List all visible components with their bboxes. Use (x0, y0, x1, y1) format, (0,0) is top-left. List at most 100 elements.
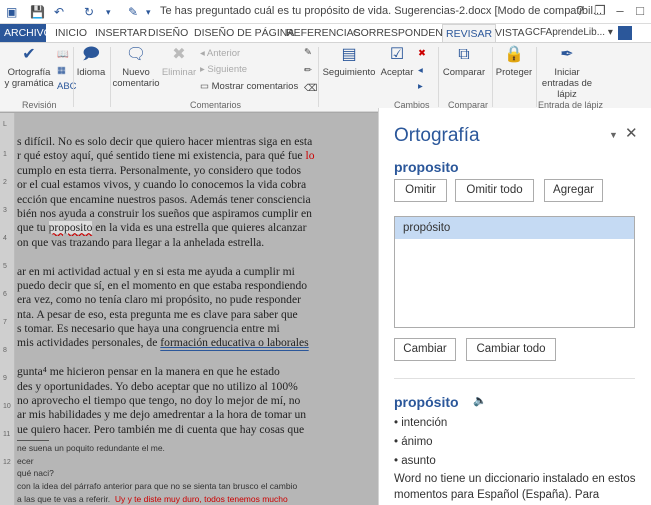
spelling-grammar-button[interactable]: ✔ Ortografía y gramática (4, 45, 54, 89)
grammar-flagged-phrase[interactable]: formación educativa o laborales (160, 336, 308, 349)
ruler-number: 1 (3, 151, 7, 158)
text-run: s tomar. Es necesario que haya una congr… (17, 322, 280, 336)
user-name: GCFAprendeLib... (525, 27, 606, 38)
help-button[interactable]: ? (572, 3, 588, 18)
text-run: cumplo en esta tierra. Personalmente, yo… (17, 163, 301, 177)
footnote-line: con la idea del párrafo anterior para qu… (17, 481, 298, 492)
synonym-text: intención (401, 417, 448, 429)
pane-options-icon[interactable]: ▼ (609, 130, 618, 140)
suggestions-list[interactable]: propósito (394, 216, 635, 328)
document-title: Te has preguntado cuál es tu propósito d… (160, 5, 603, 17)
accept-button[interactable]: ☑ Aceptar (378, 45, 416, 78)
close-icon[interactable]: ✕ (625, 124, 638, 142)
text-run: ar en mi actividad actual y en si esta m… (17, 264, 295, 278)
tab-archivo[interactable]: ARCHIVO (0, 24, 52, 42)
misspelled-word[interactable]: proposito (48, 221, 93, 235)
compare-label: Comparar (442, 67, 486, 78)
tracking-button[interactable]: ▤ Seguimiento (320, 45, 378, 78)
language-label: Idioma (76, 67, 106, 78)
change-all-button[interactable]: Cambiar todo (466, 338, 556, 361)
previous-comment-button[interactable]: ◂ Anterior (200, 48, 240, 60)
maximize-button[interactable]: □ (632, 3, 648, 18)
text-run: no aprovecho el tiempo que tengo, no doy… (17, 394, 301, 408)
tab-inicio[interactable]: INICIO (52, 24, 90, 42)
define-icon[interactable]: 📖 (57, 49, 69, 61)
tab-diseno[interactable]: DISEÑO (145, 24, 191, 42)
text-line: gunta⁴ me hicieron pensar en la manera e… (17, 365, 378, 379)
edit-mode-icon[interactable]: ✎ (128, 4, 138, 20)
synonym-item: • ánimo (394, 436, 433, 448)
vertical-ruler: L 1 2 3 4 5 6 7 8 9 10 11 12 (0, 113, 15, 505)
suggestion-item[interactable]: propósito (395, 217, 634, 239)
footnote-line: a las que te vas a referir. Uy y te dist… (17, 493, 378, 505)
ruler-number: 2 (3, 179, 7, 186)
language-button[interactable]: 🗩 Idioma (75, 45, 107, 78)
text-line: des y oportunidades. Yo debo aceptar que… (17, 380, 378, 394)
text-run: s difícil. No es solo decir que quiero h… (17, 135, 313, 148)
text-run: era vez, como no tenía claro mi propósit… (17, 293, 301, 307)
text-run: ue quiero hacer. Pero también me di cuen… (17, 422, 305, 436)
ruler-number: 11 (3, 431, 11, 438)
text-run: en la vida es una estrella que quieres a… (92, 221, 307, 235)
protect-button[interactable]: 🔒 Proteger (494, 45, 534, 78)
show-comments-button[interactable]: ▭ Mostrar comentarios (200, 81, 298, 93)
abc-check-icon: ✔ (22, 46, 36, 63)
save-icon[interactable]: 💾 (30, 4, 45, 20)
synonym-item: • intención (394, 417, 448, 429)
tab-diseno-pagina[interactable]: DISEÑO DE PÁGINA (191, 24, 297, 42)
next-change-icon[interactable]: ▸ (418, 81, 423, 93)
delete-comment-button[interactable]: ✖ Eliminar (160, 45, 198, 78)
synonym-item: • asunto (394, 455, 436, 467)
text-run: ección que encamine nuestros pasos. Adem… (17, 192, 311, 206)
user-account[interactable]: GCFAprendeLib... ▾ (525, 24, 613, 42)
new-comment-button[interactable]: 🗨 Nuevo comentario (112, 45, 160, 89)
footnote-text: a las que te vas a referir. (17, 493, 111, 504)
minimize-button[interactable]: – (612, 3, 628, 18)
redo-icon[interactable]: ↻ (84, 4, 94, 20)
text-run: que tu (17, 221, 49, 235)
text-line: nta. A pesar de eso, esta pregunta me es… (17, 308, 378, 322)
group-divider (110, 47, 111, 107)
tab-vista[interactable]: VISTA (492, 24, 528, 42)
tracking-label: Seguimiento (322, 67, 376, 78)
document-body[interactable]: s difícil. No es solo decir que quiero h… (17, 135, 378, 437)
delete-comment-icon: ✖ (172, 46, 186, 63)
group-cambios: Cambios (394, 100, 430, 110)
eraser-icon[interactable]: ⌫ (304, 83, 317, 95)
ribbon-display-button[interactable]: ❐ (592, 3, 608, 19)
footnote-line: ecer (17, 455, 34, 466)
start-inking-button[interactable]: ✒ Iniciar entradas de lápiz (538, 45, 596, 100)
ink-comment-icon[interactable]: ✎ (304, 47, 312, 59)
ignore-all-button[interactable]: Omitir todo (455, 179, 534, 202)
change-button[interactable]: Cambiar (394, 338, 456, 361)
text-run: or el cual estamos vivos, y cuando lo co… (17, 178, 307, 192)
add-button[interactable]: Agregar (544, 179, 603, 202)
pen-icon[interactable]: ✏ (304, 65, 312, 77)
speaker-icon[interactable]: 🔈 (473, 394, 487, 407)
ruler-number: 12 (3, 459, 11, 466)
ignore-button[interactable]: Omitir (394, 179, 447, 202)
previous-change-icon[interactable]: ◂ (418, 65, 423, 77)
ruler-number: 9 (3, 375, 7, 382)
tab-revisar[interactable]: REVISAR (442, 24, 497, 42)
text-run: r qué estoy aquí, qué sentido tiene mi e… (17, 149, 306, 163)
thesaurus-icon[interactable]: ▦ (57, 65, 66, 77)
ruler-mark: L (3, 121, 7, 128)
undo-icon[interactable]: ↶ (54, 4, 64, 20)
misspelled-word-heading: proposito (394, 159, 459, 175)
customize-qat-icon[interactable]: ▾ (146, 4, 151, 20)
tab-insertar[interactable]: INSERTAR (92, 24, 150, 42)
synonym-text: ánimo (401, 436, 433, 448)
text-line: no aprovecho el tiempo que tengo, no doy… (17, 394, 378, 408)
next-comment-button[interactable]: ▸ Siguiente (200, 64, 247, 76)
compare-button[interactable]: ⧉ Comparar (440, 45, 488, 78)
new-comment-label: Nuevo comentario (112, 67, 160, 89)
show-comments-label: Mostrar comentarios (211, 81, 299, 92)
reject-icon[interactable]: ✖ (418, 48, 426, 60)
qat-dropdown-icon[interactable]: ▾ (106, 4, 111, 20)
ruler-number: 8 (3, 347, 7, 354)
document-area[interactable]: L 1 2 3 4 5 6 7 8 9 10 11 12 s difícil. No es solo … (0, 113, 378, 505)
text-line: ección que encamine nuestros pasos. Adem… (17, 193, 378, 207)
avatar[interactable] (618, 26, 632, 40)
previous-label: Anterior (206, 48, 241, 59)
